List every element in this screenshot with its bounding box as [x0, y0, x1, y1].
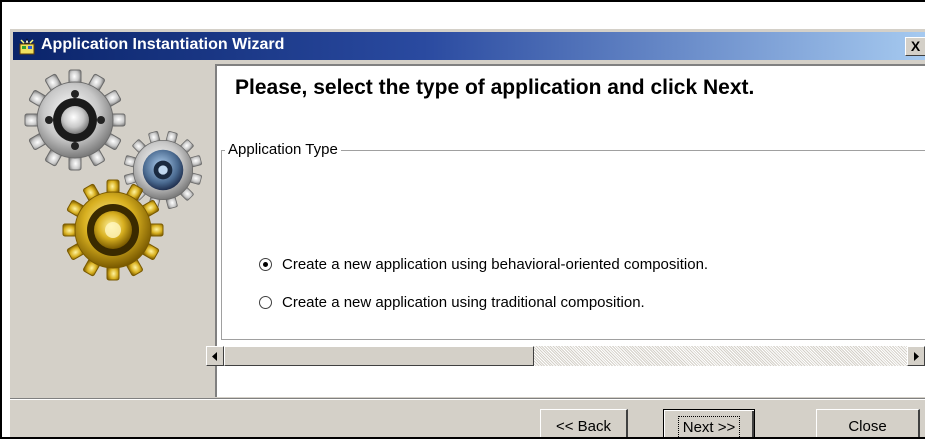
scrollbar-thumb[interactable]	[224, 346, 534, 366]
scroll-right-arrow-icon[interactable]	[907, 346, 925, 366]
radio-button-selected[interactable]	[259, 257, 272, 271]
option-label: Create a new application using tradition…	[282, 293, 645, 311]
screenshot-stage: Application Instantiation Wizard X Pleas…	[0, 0, 925, 439]
wizard-window: Application Instantiation Wizard X Pleas…	[9, 28, 925, 439]
footer-divider-highlight	[10, 399, 925, 400]
close-button[interactable]: Close	[816, 409, 920, 439]
radio-button[interactable]	[259, 295, 272, 309]
close-window-button[interactable]: X	[905, 37, 925, 56]
page-heading: Please, select the type of application a…	[235, 76, 755, 99]
option-behavioral-composition[interactable]: Create a new application using behaviora…	[259, 254, 708, 274]
window-title: Application Instantiation Wizard	[41, 36, 285, 53]
radio-selected-dot	[263, 261, 268, 267]
horizontal-scrollbar[interactable]	[206, 346, 925, 366]
wizard-app-icon	[19, 38, 35, 55]
frame-border-left	[0, 0, 2, 439]
scroll-left-arrow-icon[interactable]	[206, 346, 224, 366]
option-label: Create a new application using behaviora…	[282, 255, 709, 273]
next-button-label: Next >>	[677, 415, 741, 439]
option-traditional-composition[interactable]: Create a new application using tradition…	[259, 292, 645, 312]
next-button[interactable]: Next >>	[663, 409, 755, 439]
gears-illustration	[24, 69, 203, 281]
frame-border-top	[0, 0, 925, 2]
gears-illustration-panel	[13, 60, 215, 398]
group-label: Application Type	[225, 141, 341, 158]
title-bar[interactable]: Application Instantiation Wizard X	[13, 32, 925, 60]
back-button[interactable]: << Back	[540, 409, 628, 439]
